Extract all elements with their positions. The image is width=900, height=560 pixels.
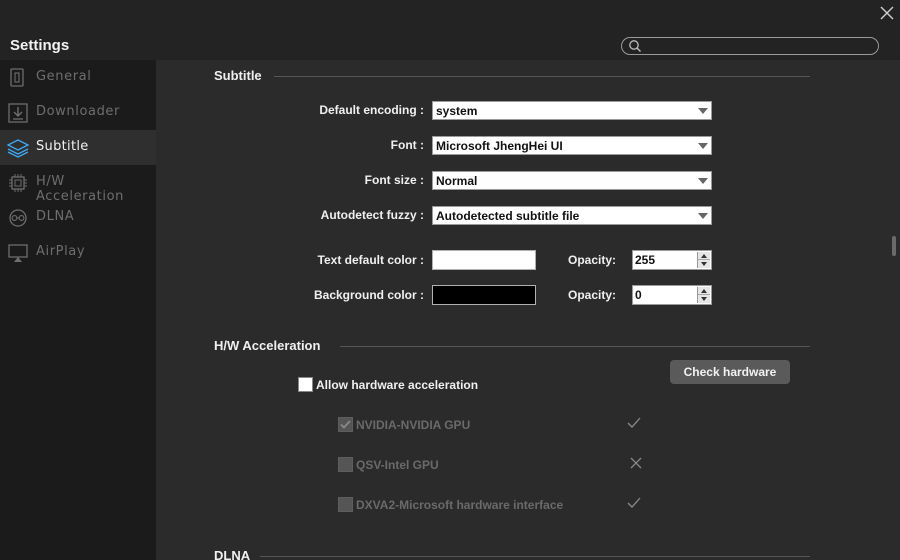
text-color-swatch[interactable] bbox=[432, 250, 536, 270]
device-label-nvidia: NVIDIA-NVIDIA GPU bbox=[356, 418, 471, 432]
section-divider bbox=[260, 556, 810, 557]
chip-icon bbox=[9, 174, 27, 192]
layers-icon bbox=[7, 139, 29, 158]
general-icon bbox=[10, 68, 24, 87]
font-value: Microsoft JhengHei UI bbox=[436, 139, 563, 153]
sidebar-item-downloader[interactable]: Downloader bbox=[0, 95, 156, 130]
stepper-up-icon[interactable] bbox=[698, 252, 710, 260]
section-title-dlna: DLNA bbox=[214, 548, 251, 560]
stepper-buttons bbox=[697, 287, 710, 303]
font-select[interactable]: Microsoft JhengHei UI bbox=[432, 136, 712, 155]
bg-opacity-input[interactable] bbox=[635, 287, 693, 303]
settings-content: Subtitle Default encoding : system Font … bbox=[156, 60, 890, 560]
text-opacity-label: Opacity: bbox=[568, 253, 617, 267]
search-input[interactable] bbox=[646, 38, 872, 54]
text-opacity-stepper[interactable] bbox=[632, 250, 712, 270]
section-title-hw: H/W Acceleration bbox=[214, 338, 321, 353]
stepper-down-icon[interactable] bbox=[698, 295, 710, 303]
autodetect-select[interactable]: Autodetected subtitle file bbox=[432, 206, 712, 225]
sidebar-item-label: AirPlay bbox=[36, 244, 86, 259]
dlna-icon bbox=[9, 209, 27, 227]
section-title-subtitle: Subtitle bbox=[214, 68, 262, 83]
chevron-down-icon bbox=[698, 178, 708, 184]
allow-hw-label: Allow hardware acceleration bbox=[316, 378, 479, 392]
bg-opacity-label: Opacity: bbox=[568, 288, 617, 302]
stepper-up-icon[interactable] bbox=[698, 287, 710, 295]
font-label: Font : bbox=[390, 138, 424, 152]
check-icon bbox=[627, 497, 641, 508]
check-hardware-button[interactable]: Check hardware bbox=[670, 360, 790, 384]
close-icon[interactable] bbox=[878, 4, 896, 22]
sidebar-item-general[interactable]: General bbox=[0, 60, 156, 95]
font-size-label: Font size : bbox=[364, 173, 424, 187]
downloader-icon bbox=[8, 103, 28, 123]
sidebar-item-airplay[interactable]: AirPlay bbox=[0, 235, 156, 270]
section-divider bbox=[274, 76, 810, 77]
device-label-dxva2: DXVA2-Microsoft hardware interface bbox=[356, 498, 564, 512]
chevron-down-icon bbox=[698, 213, 708, 219]
section-divider bbox=[340, 346, 810, 347]
chevron-down-icon bbox=[698, 108, 708, 114]
chevron-down-icon bbox=[698, 143, 708, 149]
device-label-qsv: QSV-Intel GPU bbox=[356, 458, 439, 472]
text-opacity-input[interactable] bbox=[635, 252, 693, 268]
device-checkbox-qsv bbox=[338, 457, 353, 472]
airplay-icon bbox=[8, 244, 28, 262]
sidebar-item-label: Subtitle bbox=[36, 139, 89, 154]
autodetect-label: Autodetect fuzzy : bbox=[320, 208, 424, 222]
search-box[interactable] bbox=[621, 37, 879, 55]
settings-window: Settings General Downloader Subtitle H/W… bbox=[0, 0, 900, 560]
bg-opacity-stepper[interactable] bbox=[632, 285, 712, 305]
checkmark-icon bbox=[340, 420, 351, 429]
default-encoding-label: Default encoding : bbox=[319, 103, 424, 117]
scrollbar[interactable] bbox=[890, 60, 900, 560]
sidebar-item-label: DLNA bbox=[36, 209, 75, 224]
sidebar-item-label: Downloader bbox=[36, 104, 120, 119]
stepper-buttons bbox=[697, 252, 710, 268]
search-icon bbox=[629, 40, 641, 52]
allow-hw-checkbox[interactable] bbox=[298, 377, 313, 392]
title-bar: Settings bbox=[0, 0, 900, 60]
bg-color-swatch[interactable] bbox=[432, 285, 536, 305]
bg-color-label: Background color : bbox=[313, 288, 424, 302]
check-icon bbox=[627, 417, 641, 428]
autodetect-value: Autodetected subtitle file bbox=[436, 209, 580, 223]
sidebar-item-dlna[interactable]: DLNA bbox=[0, 200, 156, 235]
sidebar-item-hw-acceleration[interactable]: H/W Acceleration bbox=[0, 165, 156, 204]
font-size-value: Normal bbox=[436, 174, 478, 188]
default-encoding-select[interactable]: system bbox=[432, 101, 712, 120]
device-checkbox-dxva2 bbox=[338, 497, 353, 512]
sidebar-item-subtitle[interactable]: Subtitle bbox=[0, 130, 156, 165]
stepper-down-icon[interactable] bbox=[698, 260, 710, 268]
text-color-label: Text default color : bbox=[317, 253, 424, 267]
device-checkbox-nvidia bbox=[338, 417, 353, 432]
sidebar-item-label: General bbox=[36, 69, 92, 84]
default-encoding-value: system bbox=[436, 104, 478, 118]
sidebar: General Downloader Subtitle H/W Accelera… bbox=[0, 60, 156, 560]
window-title: Settings bbox=[10, 37, 70, 54]
scrollbar-thumb[interactable] bbox=[892, 236, 896, 256]
font-size-select[interactable]: Normal bbox=[432, 171, 712, 190]
cross-icon bbox=[630, 457, 642, 469]
